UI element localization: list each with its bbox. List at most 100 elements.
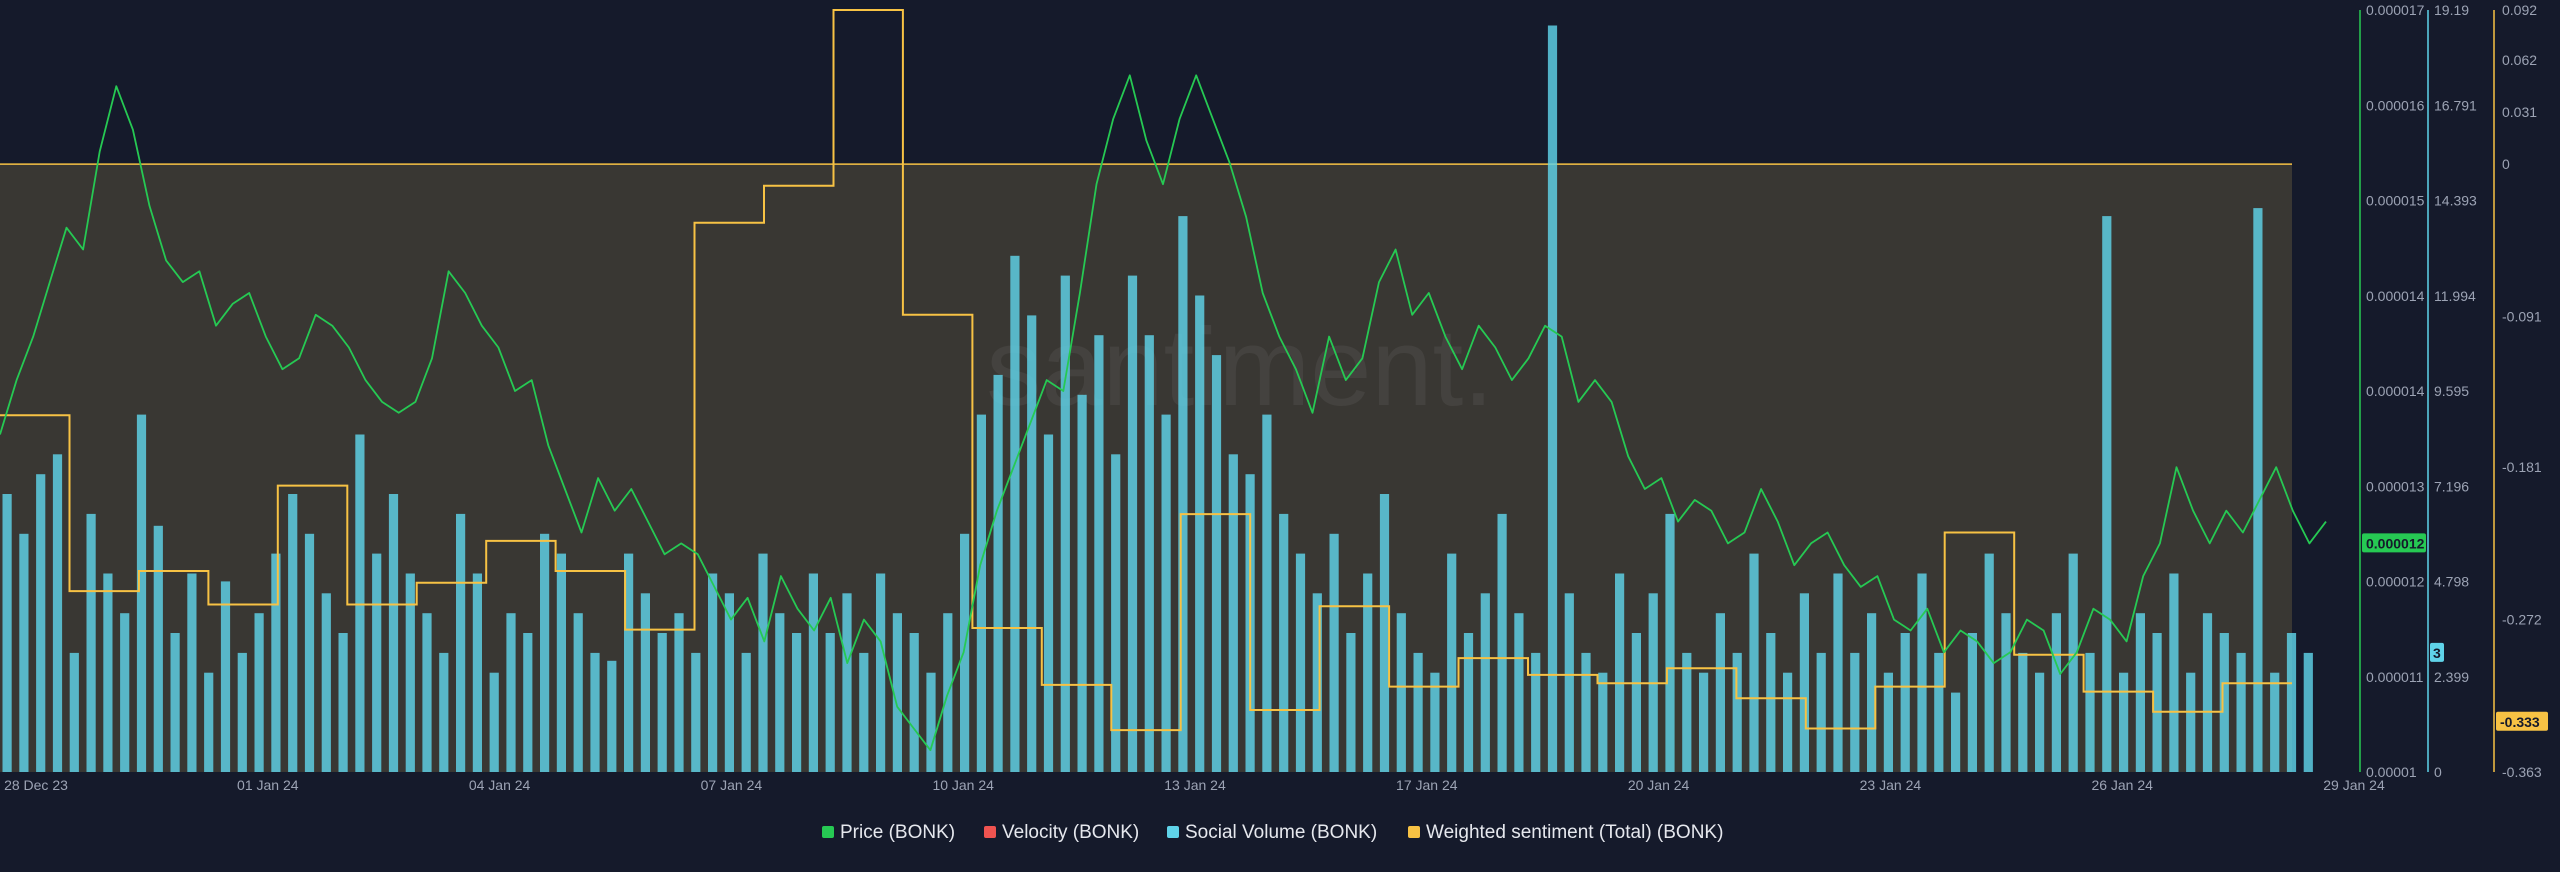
price-tick-label: 0.000011 xyxy=(2366,669,2424,685)
social-volume-bar xyxy=(993,374,1003,772)
social-volume-bar xyxy=(976,414,986,772)
social-volume-bar xyxy=(2202,613,2213,772)
social-volume-bar xyxy=(204,672,214,772)
social-volume-bar xyxy=(741,652,751,772)
social-volume-bar xyxy=(1228,454,1238,772)
social-volume-bar xyxy=(1917,573,1927,772)
social-volume-bar xyxy=(1396,613,1406,772)
social-volume-bar xyxy=(1329,533,1339,772)
social-volume-bar xyxy=(1195,295,1205,772)
sentiment-tick-label: 0.031 xyxy=(2502,104,2537,120)
social-volume-tick-label: 11.994 xyxy=(2434,288,2476,304)
social-volume-bar xyxy=(1027,315,1037,772)
social-volume-bar xyxy=(640,593,650,772)
social-volume-bar xyxy=(1043,434,1054,772)
social-volume-bar xyxy=(708,573,718,772)
social-volume-bar xyxy=(1766,633,1776,772)
social-volume-bar xyxy=(691,652,701,772)
social-volume-bar xyxy=(859,652,869,772)
sentiment-tick-label: 0 xyxy=(2502,156,2510,172)
social-volume-bar xyxy=(1262,414,1272,772)
social-volume-bar xyxy=(1379,494,1390,772)
price-current-value: 0.000012 xyxy=(2366,535,2425,551)
sentiment-tick-label: -0.091 xyxy=(2502,308,2542,324)
social-volume-bar xyxy=(657,633,667,772)
price-tick-label: 0.000013 xyxy=(2366,478,2425,494)
social-volume-bar xyxy=(1144,335,1154,772)
x-tick-label: 10 Jan 24 xyxy=(932,777,994,793)
legend-label: Velocity (BONK) xyxy=(1002,822,1139,843)
legend-swatch xyxy=(822,826,834,838)
social-volume-bar xyxy=(1665,513,1675,772)
social-volume-bar xyxy=(876,573,886,772)
social-volume-bar xyxy=(1178,216,1188,773)
price-tick-label: 0.000012 xyxy=(2366,574,2425,590)
price-tick-label: 0.000017 xyxy=(2366,2,2425,18)
social-volume-bar xyxy=(573,613,583,772)
social-volume-tick-label: 9.595 xyxy=(2434,383,2469,399)
social-volume-bar xyxy=(1161,414,1171,772)
social-volume-bar xyxy=(120,613,130,772)
social-volume-bar xyxy=(2219,633,2229,772)
sentiment-tick-label: -0.363 xyxy=(2502,764,2542,780)
social-volume-bar xyxy=(1447,553,1457,772)
social-volume-bar xyxy=(1833,573,1843,772)
social-volume-bar xyxy=(1715,613,1725,772)
social-volume-bar xyxy=(338,633,348,772)
social-volume-bar xyxy=(1514,613,1524,772)
social-volume-tick-label: 7.196 xyxy=(2434,478,2469,494)
social-volume-tick-label: 14.393 xyxy=(2434,193,2477,209)
x-tick-label: 29 Jan 24 xyxy=(2323,777,2385,793)
social-volume-tick-label: 16.791 xyxy=(2434,97,2477,113)
social-volume-bar xyxy=(540,533,550,772)
social-volume-bar xyxy=(1816,652,1826,772)
price-tick-label: 0.000016 xyxy=(2366,97,2425,113)
social-volume-bar xyxy=(355,434,365,772)
social-volume-bar xyxy=(2270,672,2280,772)
social-volume-bar xyxy=(1060,275,1070,772)
social-volume-bar xyxy=(456,513,466,772)
social-volume-bar xyxy=(1497,513,1507,772)
social-volume-bar xyxy=(1111,454,1121,772)
social-volume-bar xyxy=(69,652,79,772)
social-volume-bar xyxy=(1547,25,1558,772)
social-volume-bar xyxy=(2035,672,2045,772)
social-volume-bar xyxy=(372,553,382,772)
sentiment-tick-label: -0.181 xyxy=(2502,459,2542,475)
social-volume-bar xyxy=(489,672,499,772)
social-volume-bar xyxy=(775,613,785,772)
social-volume-bar xyxy=(2286,633,2297,772)
social-volume-bar xyxy=(2236,652,2246,772)
legend-swatch xyxy=(1167,826,1179,838)
social-volume-bar xyxy=(1413,652,1423,772)
price-tick-label: 0.000015 xyxy=(2366,193,2425,209)
social-volume-bar xyxy=(1749,553,1759,772)
social-volume-bar xyxy=(2303,652,2313,772)
social-volume-bar xyxy=(2,494,12,772)
social-volume-bar xyxy=(254,613,264,772)
social-volume-bar xyxy=(1564,593,1574,772)
social-volume-bar xyxy=(1463,633,1474,772)
social-volume-bar xyxy=(86,513,96,772)
social-volume-bar xyxy=(1951,692,1961,772)
sentiment-tick-label: -0.272 xyxy=(2502,612,2542,628)
social-volume-bar xyxy=(808,573,818,772)
chart-root: santiment. 0.000017 0.000016 0.000015 0.000… xyxy=(0,0,2560,867)
social-volume-bar xyxy=(288,494,298,772)
social-volume-bar xyxy=(1850,652,1860,772)
social-volume-bar xyxy=(2186,672,2196,772)
social-volume-bar xyxy=(388,494,399,772)
social-volume-bar xyxy=(2068,553,2078,772)
social-volume-bar xyxy=(1581,652,1591,772)
social-volume-bar xyxy=(1346,633,1356,772)
social-volume-bar xyxy=(2169,573,2179,772)
social-volume-bar xyxy=(472,573,482,772)
social-volume-bar xyxy=(926,672,936,772)
social-volume-bar xyxy=(607,660,617,772)
social-volume-bar xyxy=(237,652,247,772)
social-volume-bar xyxy=(19,533,29,772)
social-volume-bar xyxy=(439,652,449,772)
social-volume-tick-label: 0 xyxy=(2434,764,2442,780)
social-volume-bar xyxy=(422,613,432,772)
social-volume-bar xyxy=(304,533,315,772)
